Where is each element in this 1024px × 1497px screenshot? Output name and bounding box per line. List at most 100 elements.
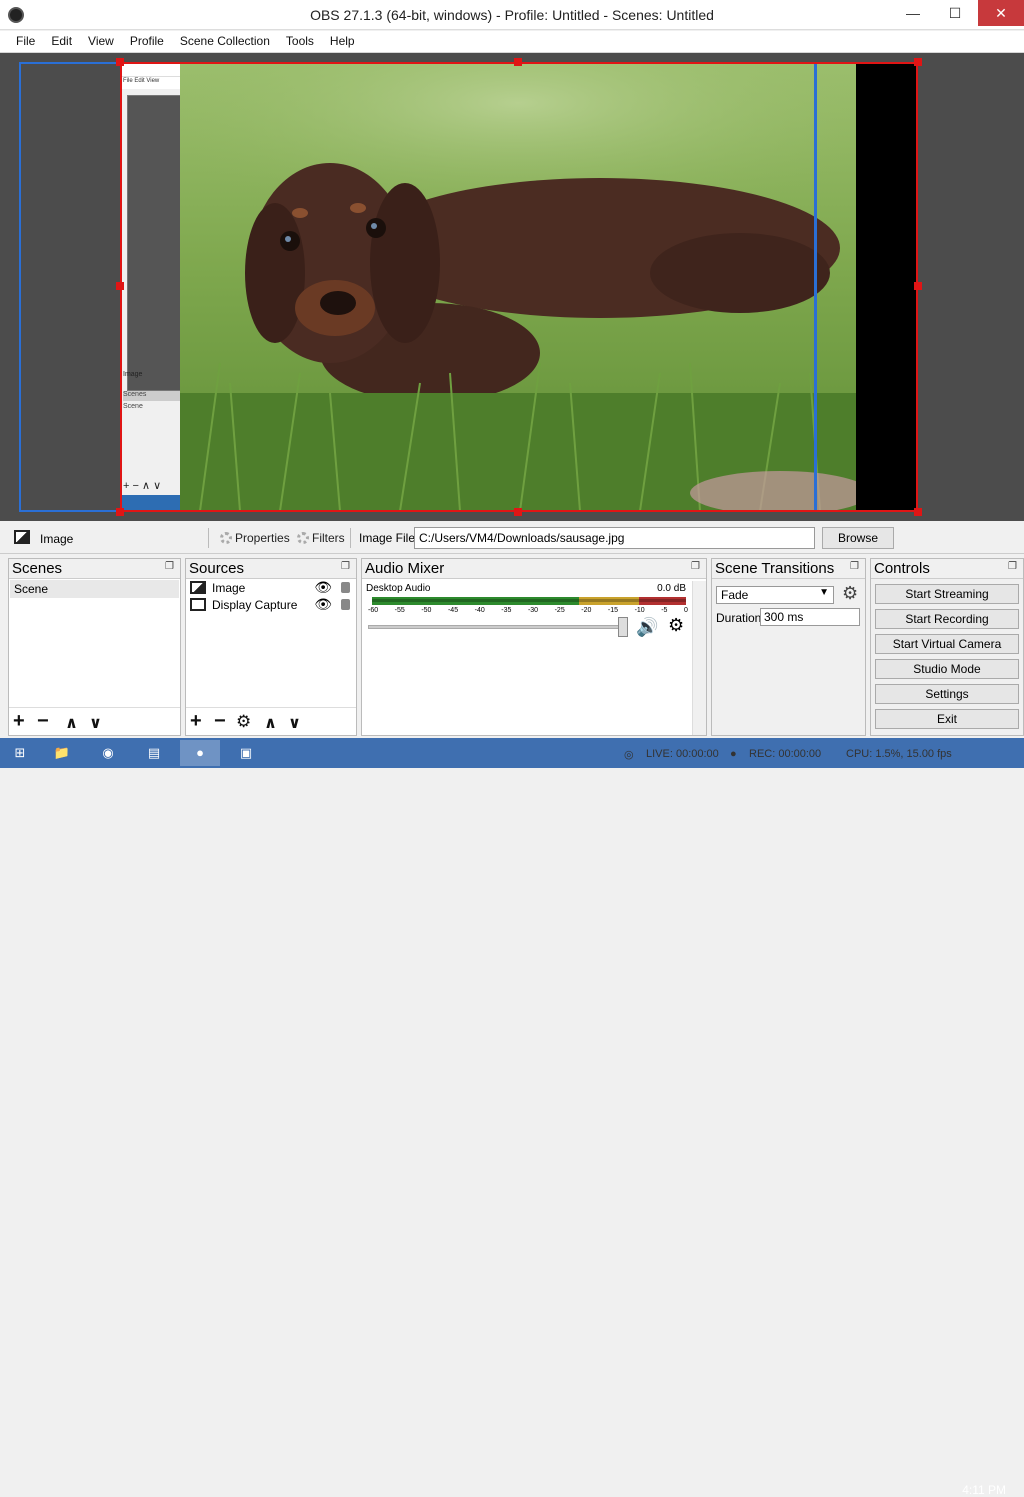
add-source-icon[interactable]: +: [190, 710, 202, 733]
resize-handle-bottom-right[interactable]: [914, 508, 922, 516]
meter-tick: -30: [527, 607, 539, 614]
float-dock-icon[interactable]: ❐: [691, 561, 700, 572]
meter-tick: -45: [447, 607, 459, 614]
visibility-eye-icon[interactable]: 👁: [314, 596, 332, 613]
meter-ticks: -60 -55 -50 -45 -40 -35 -30 -25 -20 -15 …: [368, 607, 688, 614]
image-icon: [190, 581, 206, 594]
properties-label: Properties: [235, 531, 290, 545]
scene-transitions-dock: Scene Transitions ❐ Fade ▼ ⚙ Duration 300 …: [711, 558, 866, 736]
remove-scene-icon[interactable]: −: [37, 710, 49, 733]
float-dock-icon[interactable]: ❐: [341, 561, 350, 572]
add-scene-icon[interactable]: +: [13, 710, 25, 733]
resize-handle-left[interactable]: [116, 282, 124, 290]
meter-tick: -20: [581, 607, 592, 614]
scene-item[interactable]: Scene: [10, 580, 179, 598]
audio-channel-name: Desktop Audio: [366, 583, 431, 594]
mixer-header: Audio Mixer ❐: [362, 559, 706, 579]
chrome-icon[interactable]: ◉: [88, 740, 128, 766]
maximize-button[interactable]: ☐: [938, 0, 972, 26]
meter-tick: -40: [474, 607, 485, 614]
resize-handle-right[interactable]: [914, 282, 922, 290]
minimize-button[interactable]: —: [896, 0, 930, 26]
move-up-icon[interactable]: ∧: [65, 713, 78, 733]
source-label: Image: [212, 581, 246, 595]
mini-image-label: Image: [123, 371, 143, 378]
resize-handle-bottom-left[interactable]: [116, 508, 124, 516]
rec-status-icon: ●: [730, 748, 737, 760]
source-settings-gear-icon[interactable]: ⚙: [236, 712, 251, 732]
controls-dock: Controls ❐ Start Streaming Start Recordin…: [870, 558, 1024, 736]
live-status: LIVE: 00:00:00: [646, 748, 719, 760]
resize-handle-top-left[interactable]: [116, 58, 124, 66]
lock-icon[interactable]: [341, 599, 350, 610]
resize-handle-bottom[interactable]: [514, 508, 522, 516]
menu-profile[interactable]: Profile: [122, 31, 172, 52]
scenes-title: Scenes: [12, 560, 63, 577]
filters-label: Filters: [312, 531, 345, 545]
cpu-status: CPU: 1.5%, 15.00 fps: [846, 748, 952, 760]
start-streaming-button[interactable]: Start Streaming: [875, 584, 1019, 604]
menu-scene-collection[interactable]: Scene Collection: [172, 31, 278, 52]
audio-level-db: 0.0 dB: [657, 583, 686, 594]
image-source-icon: [14, 530, 30, 544]
image-source-photo[interactable]: [180, 63, 856, 511]
float-dock-icon[interactable]: ❐: [1008, 561, 1017, 572]
menu-help[interactable]: Help: [322, 31, 363, 52]
lock-icon[interactable]: [341, 582, 350, 593]
transition-settings-gear-icon[interactable]: ⚙: [842, 583, 858, 604]
browse-button[interactable]: Browse: [822, 527, 894, 549]
volume-slider-track[interactable]: [368, 625, 626, 629]
file-explorer-icon[interactable]: 📁: [42, 740, 82, 766]
menu-file[interactable]: File: [8, 31, 43, 52]
duration-input[interactable]: 300 ms: [760, 608, 860, 626]
transition-select[interactable]: Fade ▼: [716, 586, 834, 604]
float-dock-icon[interactable]: ❐: [850, 561, 859, 572]
live-status-icon: ◎: [624, 749, 634, 761]
windows-start-icon[interactable]: ⊞: [0, 740, 40, 766]
rec-status: REC: 00:00:00: [749, 748, 822, 760]
mixer-scrollbar[interactable]: [692, 581, 706, 735]
menu-view[interactable]: View: [80, 31, 122, 52]
mixer-title: Audio Mixer: [365, 560, 445, 577]
selected-source-name: Image: [40, 532, 74, 546]
toolbar-separator: [208, 528, 209, 548]
move-down-icon[interactable]: ∨: [288, 713, 301, 733]
remove-source-icon[interactable]: −: [214, 710, 226, 733]
volume-slider-handle[interactable]: [618, 617, 628, 637]
menu-tools[interactable]: Tools: [278, 31, 322, 52]
obs-taskbar-icon[interactable]: ●: [180, 740, 220, 766]
close-button[interactable]: ✕: [978, 0, 1024, 26]
sources-header: Sources ❐: [186, 559, 356, 579]
studio-mode-button[interactable]: Studio Mode: [875, 659, 1019, 679]
transitions-header: Scene Transitions ❐: [712, 559, 865, 579]
transition-selected: Fade: [721, 588, 749, 602]
properties-button[interactable]: Properties: [216, 528, 294, 548]
sources-toolbar: + − ⚙ ∧ ∨: [186, 707, 356, 735]
meter-tick: -15: [607, 607, 619, 614]
scenes-header: Scenes ❐: [9, 559, 180, 579]
speaker-icon[interactable]: 🔊: [636, 617, 658, 638]
exit-button[interactable]: Exit: [875, 709, 1019, 729]
image-file-path-input[interactable]: C:/Users/VM4/Downloads/sausage.jpg: [414, 527, 815, 549]
visibility-eye-icon[interactable]: 👁: [314, 579, 332, 596]
volume-meter-shade: [372, 599, 686, 602]
remote-desktop-icon[interactable]: ▣: [226, 740, 266, 766]
source-item-display-capture[interactable]: Display Capture 👁: [186, 596, 356, 613]
audio-settings-gear-icon[interactable]: ⚙: [668, 615, 684, 636]
resize-handle-top[interactable]: [514, 58, 522, 66]
resize-handle-top-right[interactable]: [914, 58, 922, 66]
settings-button[interactable]: Settings: [875, 684, 1019, 704]
meter-tick: -55: [394, 607, 405, 614]
filters-button[interactable]: Filters: [293, 528, 349, 548]
meter-tick: -10: [634, 607, 645, 614]
move-down-icon[interactable]: ∨: [89, 713, 102, 733]
float-dock-icon[interactable]: ❐: [165, 561, 174, 572]
source-item-image[interactable]: Image 👁: [186, 579, 356, 596]
clock: 4:11 PM: [962, 1483, 1006, 1497]
menu-edit[interactable]: Edit: [43, 31, 80, 52]
start-virtual-camera-button[interactable]: Start Virtual Camera: [875, 634, 1019, 654]
image-bounds-edge: [814, 62, 817, 512]
move-up-icon[interactable]: ∧: [264, 713, 277, 733]
terminal-icon[interactable]: ▤: [134, 740, 174, 766]
start-recording-button[interactable]: Start Recording: [875, 609, 1019, 629]
